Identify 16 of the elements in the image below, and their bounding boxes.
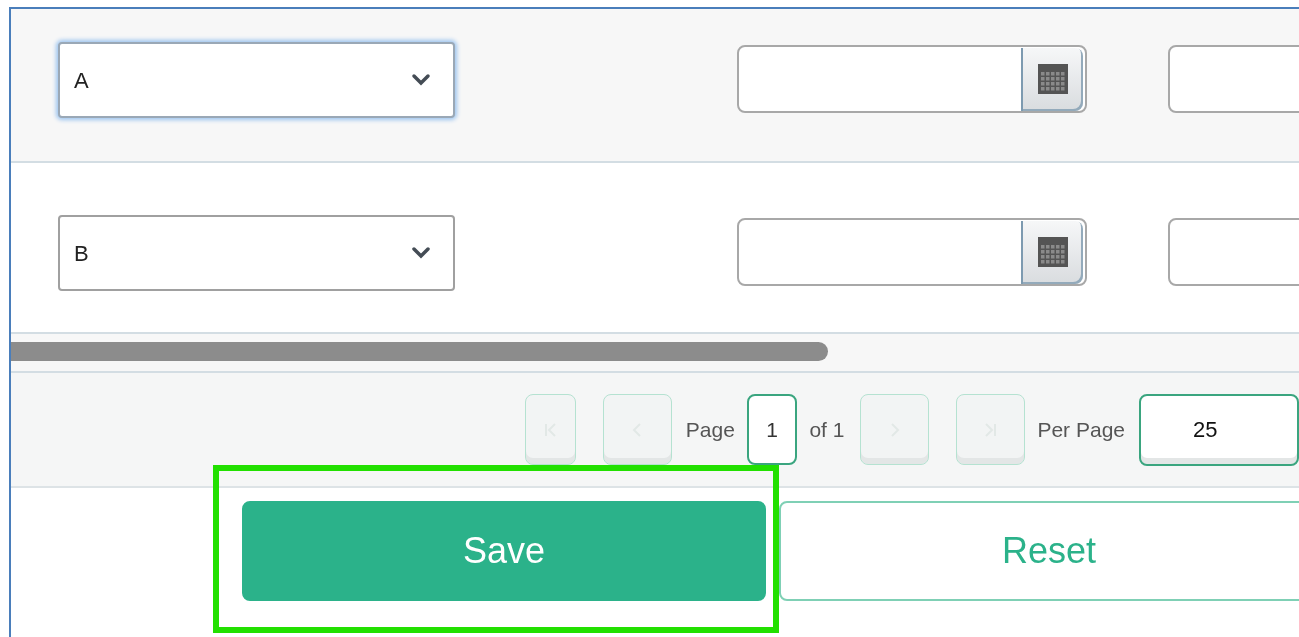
scrollbar-thumb[interactable] [11, 342, 828, 361]
calendar-button[interactable] [1021, 47, 1083, 111]
calendar-icon [1038, 64, 1068, 94]
page-input[interactable]: 1 [746, 394, 798, 465]
calendar-icon [1038, 237, 1068, 267]
per-page-select[interactable]: 25 [1139, 393, 1299, 466]
date-field[interactable] [737, 45, 1087, 113]
chevron-down-icon [411, 73, 431, 87]
chevron-down-icon [411, 246, 431, 260]
page-label: Page [685, 416, 735, 443]
per-page-label: Per Page [1037, 416, 1125, 443]
calendar-button[interactable] [1021, 220, 1083, 284]
page-count: of 1 [809, 416, 845, 443]
dropdown-select[interactable]: B [58, 215, 455, 291]
date-field[interactable] [737, 218, 1087, 286]
dropdown-select[interactable]: A [58, 42, 455, 118]
